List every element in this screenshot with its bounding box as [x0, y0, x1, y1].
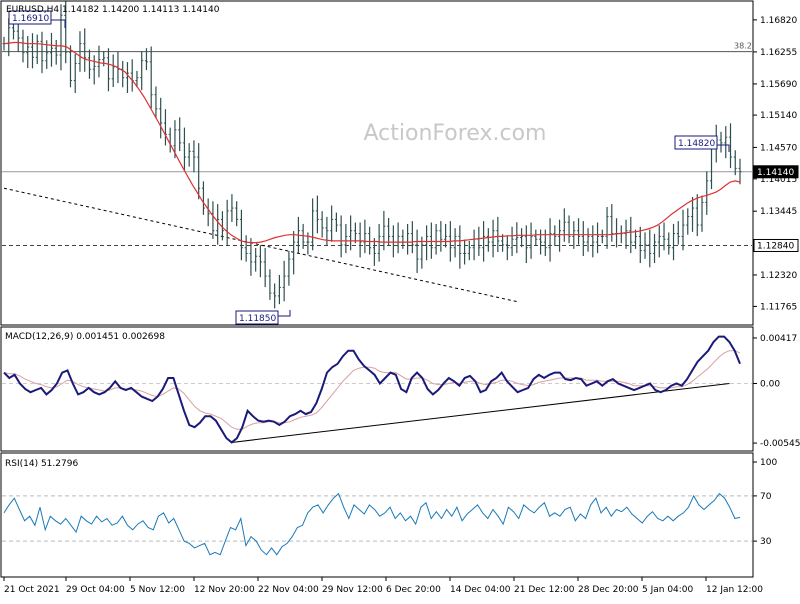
macd-ytick-label: 0.00 [760, 379, 780, 389]
price-ytick-label: 1.13445 [760, 207, 797, 217]
macd-ytick-label: -0.005456 [760, 439, 800, 449]
rsi-title: RSI(14) 51.2796 [5, 459, 78, 469]
x-tick-label: 21 Dec 12:00 [514, 585, 575, 595]
x-axis: 21 Oct 2021 29 Oct 04:00 5 Nov 12:00 12 Nov… [3, 577, 763, 595]
x-tick-label: 6 Dec 20:00 [386, 585, 441, 595]
x-tick-label: 14 Dec 04:00 [450, 585, 511, 595]
price-ytick-label: 1.16255 [760, 48, 797, 58]
price-title: EURUSD,H4 1.14182 1.14200 1.14113 1.1414… [6, 5, 220, 15]
x-tick-label: 21 Oct 2021 [4, 585, 60, 595]
price-ytick-label: 1.11765 [760, 302, 797, 312]
chart-canvas: ActionForex.com 1.16820 1.16255 1.15690 1.1… [0, 0, 800, 595]
price-ytick-label: 1.15140 [760, 111, 797, 121]
rsi-ytick-label: 30 [760, 537, 772, 547]
price-ytick-label: 1.14570 [760, 143, 797, 153]
macd-title: MACD(12,26,9) 0.001451 0.002698 [5, 332, 165, 342]
macd-ytick-label: 0.00417 [760, 334, 797, 344]
rsi-panel-frame [0, 452, 754, 578]
rsi-ytick-label: 70 [760, 492, 772, 502]
price-panel-frame [0, 0, 754, 326]
x-tick-label: 12 Nov 20:00 [194, 585, 255, 595]
price-ytick-label: 1.16820 [760, 16, 797, 26]
x-tick-label: 12 Jan 12:00 [706, 585, 763, 595]
x-tick-label: 5 Jan 04:00 [642, 585, 694, 595]
price-ytick-label: 1.15690 [760, 80, 797, 90]
price-annotation-label: 1.16910 [12, 14, 49, 24]
x-tick-label: 29 Oct 04:00 [66, 585, 125, 595]
macd-panel-frame [0, 326, 754, 452]
x-tick-label: 5 Nov 12:00 [130, 585, 185, 595]
rsi-ytick-label: 100 [760, 458, 777, 468]
price-annotation-label: 1.14820 [678, 139, 715, 149]
price-tag-label: 1.14140 [757, 168, 794, 178]
price-ytick-label: 1.12320 [760, 271, 797, 281]
x-tick-label: 22 Nov 04:00 [258, 585, 319, 595]
watermark: ActionForex.com [364, 121, 547, 146]
x-tick-label: 29 Nov 12:00 [322, 585, 383, 595]
price-tag-label: 1.12840 [757, 241, 794, 251]
x-tick-label: 28 Dec 20:00 [578, 585, 639, 595]
eurusd-chart: ActionForex.com 1.16820 1.16255 1.15690 1.1… [0, 0, 800, 600]
price-annotation-label: 1.11850 [239, 314, 276, 324]
fib-level-label: 38.2 [734, 42, 752, 51]
